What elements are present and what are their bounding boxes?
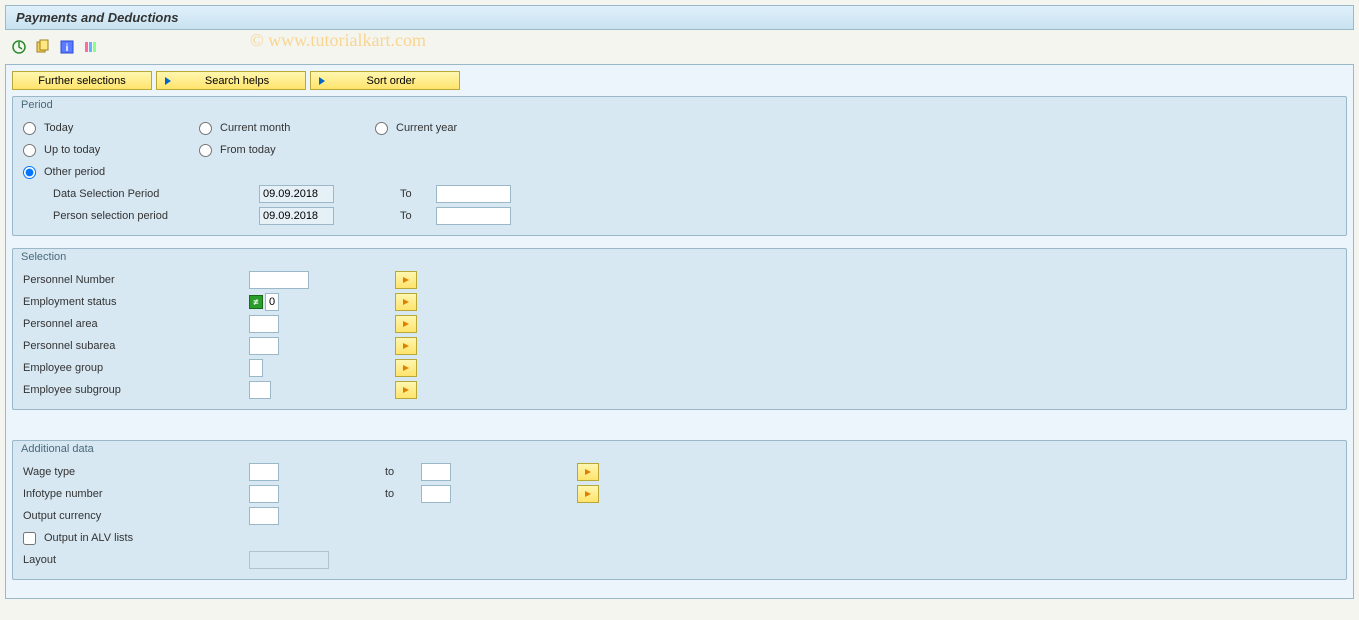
data-selection-to-label: To — [400, 188, 430, 200]
search-helps-button[interactable]: Search helps — [156, 71, 306, 90]
person-selection-to-input[interactable] — [436, 207, 511, 225]
radio-current-month[interactable]: Current month — [199, 122, 369, 135]
data-selection-to-input[interactable] — [436, 185, 511, 203]
data-selection-period-label: Data Selection Period — [53, 188, 253, 200]
employee-group-input[interactable] — [249, 359, 263, 377]
employment-status-multi-button[interactable] — [395, 293, 417, 311]
wage-type-to-label: to — [385, 466, 415, 478]
personnel-area-multi-button[interactable] — [395, 315, 417, 333]
arrow-right-icon — [403, 321, 409, 327]
period-group-title: Period — [21, 99, 53, 111]
arrow-right-icon — [403, 277, 409, 283]
wage-type-to-input[interactable] — [421, 463, 451, 481]
variant-icon[interactable] — [34, 38, 52, 56]
personnel-number-label: Personnel Number — [23, 274, 243, 286]
arrow-right-icon — [403, 343, 409, 349]
wage-type-label: Wage type — [23, 466, 243, 478]
radio-up-to-today[interactable]: Up to today — [23, 144, 193, 157]
radio-current-year[interactable]: Current year — [375, 122, 545, 135]
info-icon[interactable]: i — [58, 38, 76, 56]
radio-up-to-today-label: Up to today — [44, 144, 100, 156]
arrow-right-icon — [403, 365, 409, 371]
employee-subgroup-multi-button[interactable] — [395, 381, 417, 399]
not-equal-indicator-icon[interactable]: ≠ — [249, 295, 263, 309]
arrow-right-icon — [585, 491, 591, 497]
app-toolbar: i © www.tutorialkart.com — [0, 35, 1359, 59]
personnel-subarea-multi-button[interactable] — [395, 337, 417, 355]
person-selection-to-label: To — [400, 210, 430, 222]
radio-today[interactable]: Today — [23, 122, 193, 135]
page-title: Payments and Deductions — [5, 5, 1354, 30]
radio-current-month-label: Current month — [220, 122, 290, 134]
person-selection-period-label: Person selection period — [53, 210, 253, 222]
layout-label: Layout — [23, 554, 243, 566]
output-currency-input[interactable] — [249, 507, 279, 525]
personnel-area-input[interactable] — [249, 315, 279, 333]
personnel-number-multi-button[interactable] — [395, 271, 417, 289]
personnel-subarea-label: Personnel subarea — [23, 340, 243, 352]
arrow-right-icon — [403, 299, 409, 305]
selection-group: Selection Personnel Number Employment st… — [12, 248, 1347, 410]
infotype-to-input[interactable] — [421, 485, 451, 503]
additional-data-group: Additional data Wage type to Infotype nu… — [12, 440, 1347, 580]
infotype-number-label: Infotype number — [23, 488, 243, 500]
personnel-subarea-input[interactable] — [249, 337, 279, 355]
employee-subgroup-input[interactable] — [249, 381, 271, 399]
personnel-area-label: Personnel area — [23, 318, 243, 330]
wage-type-from-input[interactable] — [249, 463, 279, 481]
radio-from-today-label: From today — [220, 144, 276, 156]
employment-status-label: Employment status — [23, 296, 243, 308]
watermark-text: © www.tutorialkart.com — [250, 30, 426, 51]
additional-data-title: Additional data — [21, 443, 94, 455]
radio-other-period[interactable]: Other period — [23, 166, 193, 179]
structure-icon[interactable] — [82, 38, 100, 56]
output-alv-checkbox[interactable]: Output in ALV lists — [23, 532, 133, 545]
radio-from-today[interactable]: From today — [199, 144, 369, 157]
further-selections-button[interactable]: Further selections — [12, 71, 152, 90]
infotype-multi-button[interactable] — [577, 485, 599, 503]
radio-other-period-label: Other period — [44, 166, 105, 178]
radio-today-label: Today — [44, 122, 73, 134]
output-currency-label: Output currency — [23, 510, 243, 522]
infotype-from-input[interactable] — [249, 485, 279, 503]
data-selection-from-input[interactable] — [259, 185, 334, 203]
wage-type-multi-button[interactable] — [577, 463, 599, 481]
selection-button-row: Further selections Search helps Sort ord… — [12, 71, 1347, 90]
employee-group-multi-button[interactable] — [395, 359, 417, 377]
radio-current-year-label: Current year — [396, 122, 457, 134]
person-selection-from-input[interactable] — [259, 207, 334, 225]
execute-icon[interactable] — [10, 38, 28, 56]
arrow-right-icon — [403, 387, 409, 393]
arrow-right-icon — [319, 77, 325, 85]
period-group: Period Today Current month Current year … — [12, 96, 1347, 236]
infotype-to-label: to — [385, 488, 415, 500]
main-panel: Further selections Search helps Sort ord… — [5, 64, 1354, 599]
sort-order-button[interactable]: Sort order — [310, 71, 460, 90]
search-helps-label: Search helps — [177, 75, 297, 87]
layout-input[interactable] — [249, 551, 329, 569]
arrow-right-icon — [585, 469, 591, 475]
svg-text:i: i — [66, 43, 69, 54]
employee-group-label: Employee group — [23, 362, 243, 374]
arrow-right-icon — [165, 77, 171, 85]
sort-order-label: Sort order — [331, 75, 451, 87]
personnel-number-input[interactable] — [249, 271, 309, 289]
output-alv-label: Output in ALV lists — [44, 532, 133, 544]
employment-status-input[interactable] — [265, 293, 279, 311]
employee-subgroup-label: Employee subgroup — [23, 384, 243, 396]
selection-group-title: Selection — [21, 251, 66, 263]
